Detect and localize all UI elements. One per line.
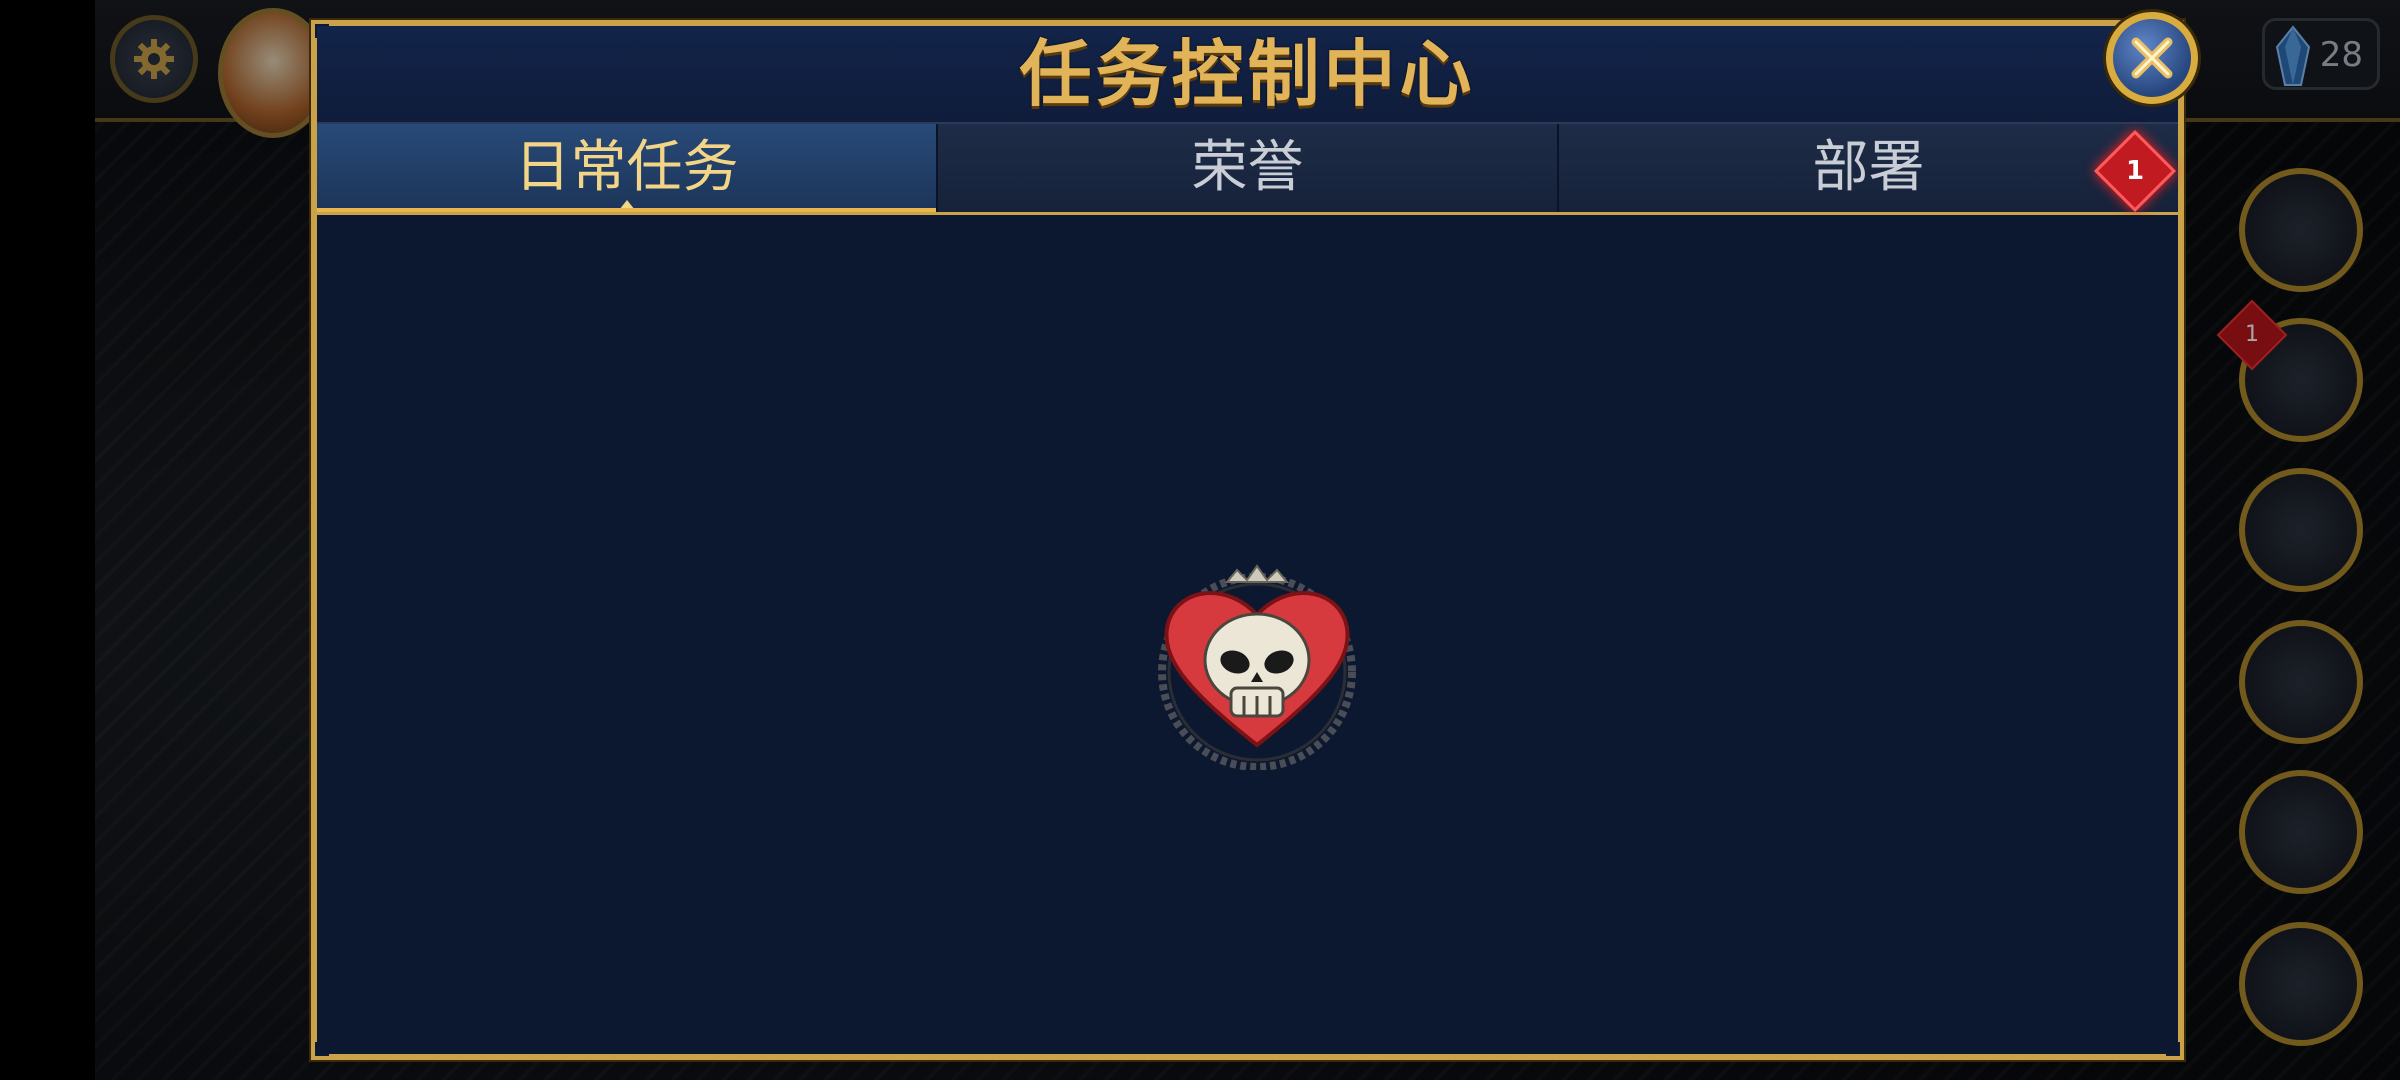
tab-honor[interactable]: 荣誉 [938,124,1559,212]
panel-header: 任务控制中心 [317,26,2178,122]
tab-label: 日常任务 [514,135,739,200]
active-tab-indicator [618,200,635,210]
panel-title: 任务控制中心 [1019,32,1476,116]
tab-bar: 日常任务 荣誉 部署 1 [317,122,2178,217]
close-button[interactable] [2106,12,2198,104]
tab-daily-missions[interactable]: 日常任务 [317,124,938,212]
mission-control-panel: 任务控制中心 日常任务 荣誉 部署 1 [311,20,2184,1060]
tab-deploy[interactable]: 部署 1 [1559,124,2178,213]
notification-badge: 1 [2093,129,2177,213]
tab-label: 荣誉 [1191,135,1304,200]
close-icon [2131,37,2173,79]
skull-heart-emblem-icon [1158,564,1356,770]
tab-label: 部署 [1812,135,1925,200]
tab-content [317,215,2178,1054]
